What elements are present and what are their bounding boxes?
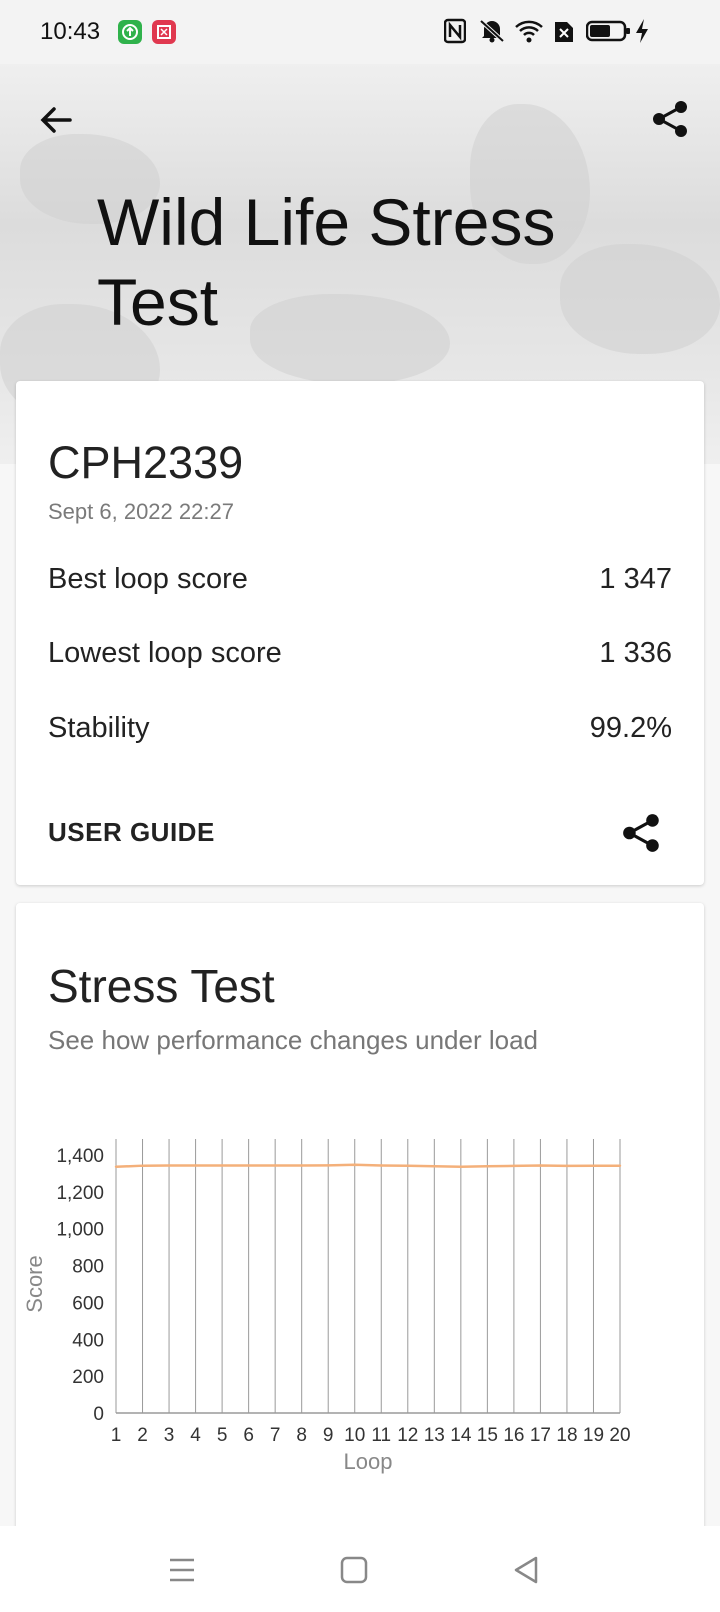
row-value: 1 336 (599, 637, 672, 669)
screenshot-app-icon (152, 20, 176, 44)
y-tick-label: 1,400 (56, 1146, 104, 1167)
x-tick-label: 9 (323, 1425, 334, 1446)
x-tick-label: 10 (344, 1425, 365, 1446)
y-tick-label: 400 (72, 1330, 104, 1351)
x-tick-label: 16 (503, 1425, 524, 1446)
data-point (114, 1165, 118, 1168)
x-tick-label: 11 (371, 1425, 391, 1446)
y-tick-label: 1,000 (56, 1220, 104, 1241)
lowest-loop-row: Lowest loop score 1 336 (48, 637, 672, 670)
data-point (618, 1164, 622, 1167)
data-point (327, 1164, 330, 1167)
x-tick-label: 20 (609, 1425, 630, 1446)
row-value: 1 347 (599, 563, 672, 595)
y-tick-label: 0 (93, 1404, 104, 1425)
status-time: 10:43 (40, 18, 101, 45)
data-point (539, 1164, 542, 1167)
x-tick-label: 7 (270, 1425, 281, 1446)
no-sim-icon (553, 18, 575, 49)
nav-back-icon (514, 1556, 538, 1584)
x-tick-label: 6 (243, 1425, 254, 1446)
share-icon (623, 814, 659, 852)
data-point (512, 1164, 516, 1168)
status-bar: 10:43 (0, 0, 720, 64)
device-name: CPH2339 (48, 437, 244, 488)
data-point (406, 1164, 409, 1167)
upload-app-icon (118, 20, 142, 44)
row-value: 99.2% (589, 712, 672, 744)
nav-home-icon (340, 1556, 368, 1584)
x-tick-label: 4 (190, 1425, 201, 1446)
nfc-icon (443, 18, 467, 49)
data-point (353, 1163, 356, 1166)
x-tick-label: 8 (296, 1425, 307, 1446)
x-tick-label: 3 (164, 1425, 175, 1446)
stress-test-card: Stress Test See how performance changes … (16, 903, 704, 1543)
system-nav-bar (0, 1526, 720, 1612)
x-tick-label: 12 (397, 1425, 418, 1446)
stress-chart: 1 2 3 4 5 6 7 8 9 10 11 12 13 14 15 16 17 18 19 20020040060… (22, 1139, 631, 1474)
x-tick-label: 13 (424, 1425, 445, 1446)
share-result-button[interactable] (620, 811, 664, 855)
x-tick-label: 15 (477, 1425, 498, 1446)
back-button[interactable] (36, 100, 76, 140)
mute-icon (478, 18, 506, 49)
data-point (565, 1164, 569, 1168)
y-axis-label: Score (22, 1255, 47, 1312)
best-loop-row: Best loop score 1 347 (48, 563, 672, 596)
series-line (115, 1163, 620, 1169)
y-tick-label: 1,200 (56, 1183, 104, 1204)
nav-menu-icon (170, 1558, 194, 1582)
charging-icon (634, 18, 650, 49)
y-tick-label: 800 (72, 1257, 104, 1278)
nav-menu-button[interactable] (162, 1550, 202, 1590)
page-title: Wild Life Stress Test (97, 185, 556, 339)
data-point (459, 1165, 463, 1168)
x-tick-label: 1 (111, 1425, 122, 1446)
x-tick-label: 17 (530, 1425, 551, 1446)
result-date: Sept 6, 2022 22:27 (48, 499, 234, 524)
data-point (194, 1164, 197, 1167)
nav-back-button[interactable] (506, 1550, 546, 1590)
data-point (220, 1164, 224, 1167)
nav-home-button[interactable] (334, 1550, 374, 1590)
user-guide-button[interactable]: USER GUIDE (48, 817, 215, 848)
stability-row: Stability 99.2% (48, 712, 672, 745)
back-arrow-icon (40, 107, 72, 133)
data-point (486, 1165, 489, 1168)
data-point (167, 1164, 171, 1167)
result-card: CPH2339 Sept 6, 2022 22:27 Best loop sco… (16, 381, 704, 885)
x-tick-label: 2 (137, 1425, 148, 1446)
data-point (433, 1165, 436, 1168)
y-tick-label: 200 (72, 1367, 104, 1388)
row-label: Lowest loop score (48, 637, 282, 669)
share-button-top[interactable] (650, 98, 692, 140)
wifi-icon (514, 18, 544, 49)
data-point (141, 1164, 144, 1167)
y-tick-label: 600 (72, 1293, 104, 1314)
row-label: Stability (48, 712, 150, 744)
data-point (380, 1164, 383, 1167)
data-point (273, 1164, 277, 1167)
x-tick-label: 5 (217, 1425, 228, 1446)
data-point (300, 1164, 303, 1167)
battery-icon (585, 18, 632, 49)
share-icon (653, 101, 687, 137)
x-tick-label: 19 (583, 1425, 604, 1446)
data-point (247, 1164, 250, 1167)
row-label: Best loop score (48, 563, 248, 595)
x-tick-label: 18 (556, 1425, 577, 1446)
x-axis-label: Loop (344, 1449, 393, 1474)
x-tick-label: 14 (450, 1425, 472, 1446)
data-point (592, 1164, 595, 1167)
